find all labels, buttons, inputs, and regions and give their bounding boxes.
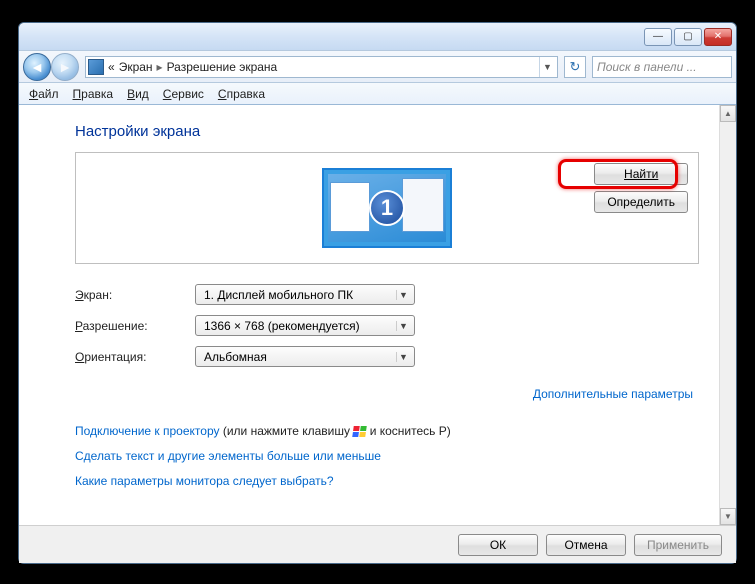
textsize-link[interactable]: Сделать текст и другие элементы больше и… (75, 449, 381, 463)
maximize-button[interactable]: ▢ (674, 28, 702, 46)
location-icon (88, 59, 104, 75)
menu-file[interactable]: Файл (29, 87, 59, 101)
projector-link[interactable]: Подключение к проектору (75, 424, 220, 438)
resolution-select-value: 1366 × 768 (рекомендуется) (204, 319, 396, 333)
breadcrumb-item[interactable]: Экран (119, 60, 153, 74)
menu-tools[interactable]: Сервис (163, 87, 204, 101)
display-number-badge: 1 (369, 190, 405, 226)
projector-hint-text-2: и коснитесь P) (370, 424, 451, 438)
nav-row: ◄ ► « Экран ▸ Разрешение экрана ▼ ↻ Поис… (19, 51, 736, 83)
chevron-down-icon: ▼ (396, 352, 410, 362)
titlebar: — ▢ ✕ (19, 23, 736, 51)
address-dropdown[interactable]: ▼ (539, 57, 555, 77)
search-placeholder: Поиск в панели ... (597, 60, 697, 74)
chevron-down-icon: ▼ (396, 321, 410, 331)
scroll-down-button[interactable]: ▼ (720, 508, 736, 525)
help-links: Подключение к проектору (или нажмите кла… (75, 419, 699, 495)
scroll-track[interactable] (720, 122, 736, 508)
chevron-down-icon: ▼ (396, 290, 410, 300)
search-input[interactable]: Поиск в панели ... (592, 56, 732, 78)
ok-button[interactable]: ОК (458, 534, 538, 556)
which-monitor-link[interactable]: Какие параметры монитора следует выбрать… (75, 474, 334, 488)
footer: ОК Отмена Применить (19, 525, 736, 563)
apply-button[interactable]: Применить (634, 534, 722, 556)
display-thumbnail[interactable]: 1 (322, 168, 452, 248)
address-bar[interactable]: « Экран ▸ Разрешение экрана ▼ (85, 56, 558, 78)
orientation-select-value: Альбомная (204, 350, 396, 364)
projector-hint-text: (или нажмите клавишу (223, 424, 354, 438)
scrollbar[interactable]: ▲ ▼ (719, 105, 736, 525)
highlight-callout (558, 159, 678, 189)
refresh-button[interactable]: ↻ (564, 56, 586, 78)
orientation-select[interactable]: Альбомная ▼ (195, 346, 415, 367)
breadcrumb-sep: ▸ (157, 60, 163, 74)
detect-display-button[interactable]: Определить (594, 191, 688, 213)
windows-key-icon (353, 426, 368, 437)
page-title: Настройки экрана (75, 123, 699, 140)
menu-edit[interactable]: Правка (73, 87, 114, 101)
breadcrumb-chevron: « (108, 60, 115, 74)
window: — ▢ ✕ ◄ ► « Экран ▸ Разрешение экрана ▼ … (18, 22, 737, 564)
menu-help[interactable]: Справка (218, 87, 265, 101)
display-select-value: 1. Дисплей мобильного ПК (204, 288, 396, 302)
resolution-select[interactable]: 1366 × 768 (рекомендуется) ▼ (195, 315, 415, 336)
menu-bar: Файл Правка Вид Сервис Справка (19, 83, 736, 105)
display-select[interactable]: 1. Дисплей мобильного ПК ▼ (195, 284, 415, 305)
display-label: Экран: (75, 288, 195, 302)
breadcrumb-item[interactable]: Разрешение экрана (167, 60, 278, 74)
display-preview-area: 1 Найти Определить (75, 152, 699, 264)
scroll-up-button[interactable]: ▲ (720, 105, 736, 122)
content-area: Настройки экрана 1 Найти Определить Экра… (19, 105, 719, 525)
forward-button[interactable]: ► (51, 53, 79, 81)
cancel-button[interactable]: Отмена (546, 534, 626, 556)
orientation-label: Ориентация: (75, 350, 195, 364)
back-button[interactable]: ◄ (23, 53, 51, 81)
close-button[interactable]: ✕ (704, 28, 732, 46)
resolution-label: Разрешение: (75, 319, 195, 333)
menu-view[interactable]: Вид (127, 87, 149, 101)
minimize-button[interactable]: — (644, 28, 672, 46)
advanced-settings-link[interactable]: Дополнительные параметры (533, 387, 693, 401)
